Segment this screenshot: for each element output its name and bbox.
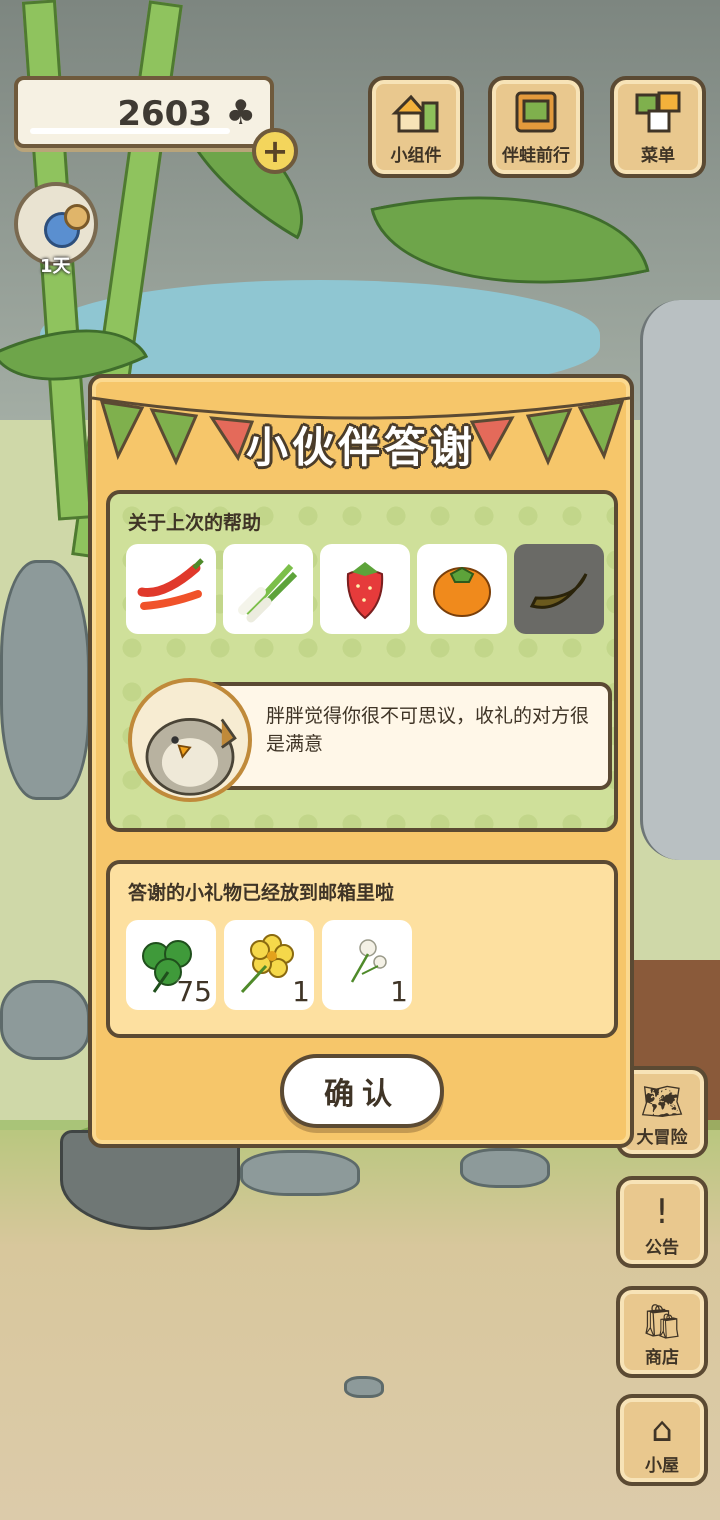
gift-tile: 1 [322, 920, 412, 1010]
shop-label: 商店 [645, 1348, 679, 1368]
stone-pillar [640, 300, 720, 860]
banana-icon [529, 573, 588, 609]
persimmon-icon [433, 566, 491, 617]
green-onion-icon [238, 563, 298, 623]
frog-journey-button[interactable]: 伴蛙前行 [488, 76, 584, 178]
notice-label: 公告 [645, 1238, 679, 1258]
menu-icon [635, 91, 681, 133]
clover-bar [30, 128, 230, 134]
exclamation-icon: ! [655, 1192, 669, 1232]
food-list [126, 544, 604, 634]
friend-icon [64, 204, 90, 230]
dandelion-icon [350, 939, 387, 983]
confirm-button[interactable]: 确认 [280, 1054, 444, 1128]
gift-count: 75 [176, 975, 212, 1008]
food-tile [320, 544, 410, 634]
speech-bubble: 胖胖觉得你很不可思议，收礼的对方很是满意 [196, 682, 612, 790]
dialog-title: 小伙伴答谢 [245, 423, 476, 472]
widget-label: 小组件 [390, 146, 442, 166]
owl-friend-avatar [128, 678, 252, 802]
pebble [344, 1376, 384, 1398]
yellow-flower-icon [240, 934, 294, 994]
shop-bag-icon: 🛍 [640, 1302, 684, 1342]
menu-button[interactable]: 菜单 [610, 76, 706, 178]
thanks-dialog: 小伙伴答谢 关于上次的帮助 胖胖觉得你很不可思议，收礼的对方很是满意 答谢的小礼… [88, 374, 634, 1148]
food-tile [223, 544, 313, 634]
gift-heading: 答谢的小礼物已经放到邮箱里啦 [128, 882, 395, 904]
gift-list: 75 1 1 [126, 920, 412, 1010]
strawberry-icon [346, 562, 384, 620]
notice-button[interactable]: ! 公告 [616, 1176, 708, 1268]
house-button[interactable]: ⌂ 小屋 [616, 1394, 708, 1486]
clover-counter: 2603 ♣ [14, 76, 274, 148]
thanks-message: 胖胖觉得你很不可思议，收礼的对方很是满意 [266, 705, 590, 755]
chili-pepper-icon [137, 558, 204, 610]
gift-count: 1 [292, 975, 310, 1008]
rock [240, 1150, 360, 1196]
add-clover-button[interactable]: + [252, 128, 298, 174]
shop-button[interactable]: 🛍 商店 [616, 1286, 708, 1378]
food-tile [126, 544, 216, 634]
menu-label: 菜单 [641, 146, 675, 166]
widget-icon [391, 94, 439, 133]
frog-journey-label: 伴蛙前行 [502, 146, 570, 166]
gift-tile: 1 [224, 920, 314, 1010]
rock [0, 560, 90, 800]
food-tile [417, 544, 507, 634]
help-heading: 关于上次的帮助 [128, 512, 262, 534]
widget-button[interactable]: 小组件 [368, 76, 464, 178]
food-tile-eaten [514, 544, 604, 634]
gift-tile: 75 [126, 920, 216, 1010]
owl-icon [145, 718, 237, 796]
rock [0, 980, 90, 1060]
house-icon: ⌂ [651, 1410, 673, 1450]
adventure-label: 大冒险 [636, 1128, 688, 1148]
map-icon: 🗺 [640, 1082, 684, 1122]
rock [460, 1148, 550, 1188]
frog-journal-icon [515, 91, 557, 133]
gift-panel: 答谢的小礼物已经放到邮箱里啦 75 1 1 [106, 860, 618, 1038]
house-label: 小屋 [645, 1456, 679, 1476]
day-counter: 1天 [40, 256, 71, 277]
help-panel: 关于上次的帮助 胖胖觉得你很不可思议，收礼的对方很是满意 [106, 490, 618, 832]
gift-count: 1 [390, 975, 408, 1008]
clover-icon: ♣ [225, 93, 256, 133]
